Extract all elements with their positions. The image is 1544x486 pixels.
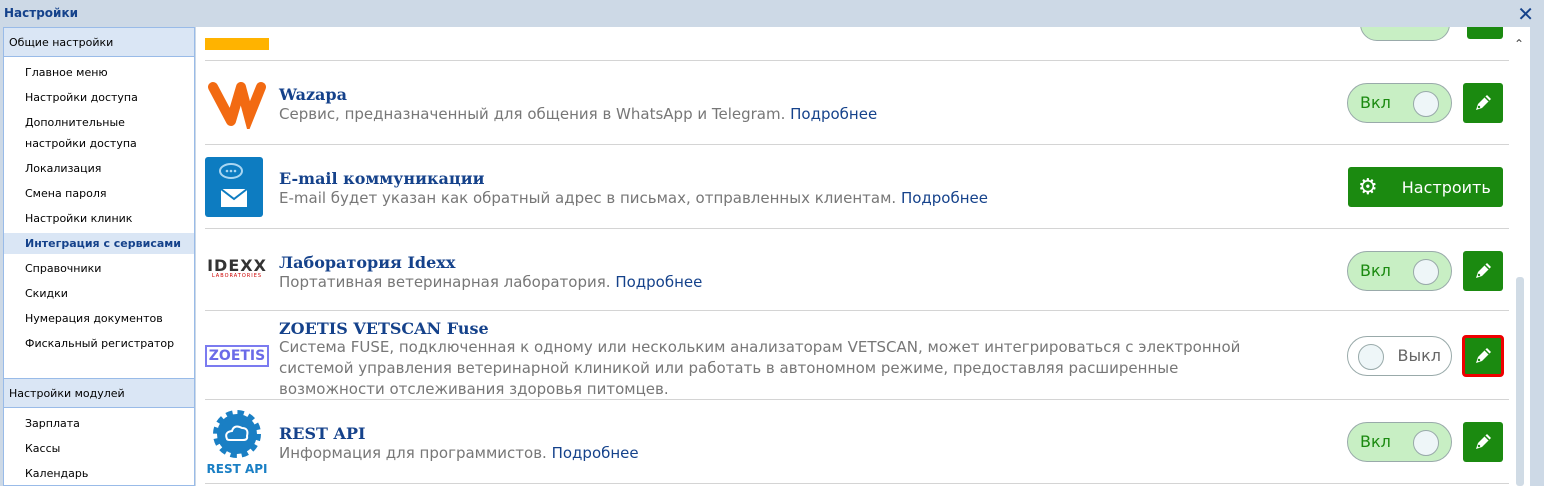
more-link[interactable]: Подробнее <box>615 273 702 291</box>
sidebar-item-active[interactable]: Интеграция с сервисами <box>4 233 194 254</box>
window-titlebar: Настройки ✕ <box>0 0 1544 27</box>
toggle-label: Вкл <box>1360 261 1391 280</box>
sidebar-item[interactable]: Фискальный регистратор <box>4 331 194 356</box>
service-logo-partial <box>205 38 269 50</box>
service-title: Wazapa <box>279 85 347 104</box>
service-row-idexx: IDEXX LABORATORIES Лаборатория Idexx Пор… <box>205 229 1509 311</box>
sidebar-item[interactable]: Настройки доступа <box>4 85 194 110</box>
edit-button-partial[interactable] <box>1467 27 1503 39</box>
service-row-wazapa: Wazapa Сервис, предназначенный для общен… <box>205 61 1509 145</box>
service-row-zoetis: ZOETIS ZOETIS VETSCAN Fuse Система FUSE,… <box>205 311 1509 400</box>
toggle-knob <box>1358 344 1384 370</box>
service-desc: Информация для программистов. Подробнее <box>279 443 1259 464</box>
service-desc-text: Портативная ветеринарная лаборатория. <box>279 273 611 291</box>
sidebar-item[interactable]: Скидки <box>4 281 194 306</box>
service-title: E-mail коммуникации <box>279 169 485 188</box>
service-desc: Система FUSE, подключенная к одному или … <box>279 338 1241 398</box>
service-toggle[interactable]: Вкл <box>1347 83 1452 123</box>
edit-button[interactable] <box>1463 83 1503 123</box>
scroll-up-icon[interactable]: ⌃ <box>1514 37 1524 51</box>
wazapa-logo <box>208 82 266 129</box>
service-row-partial <box>205 27 1509 61</box>
close-icon[interactable]: ✕ <box>1517 2 1534 26</box>
service-desc: Портативная ветеринарная лаборатория. По… <box>279 272 1259 293</box>
sidebar-item[interactable]: Локализация <box>4 156 194 181</box>
toggle-label: Вкл <box>1360 93 1391 112</box>
service-title: ZOETIS VETSCAN Fuse <box>279 319 489 338</box>
pencil-icon <box>1476 434 1491 449</box>
service-desc-text: Сервис, предназначенный для общения в Wh… <box>279 105 786 123</box>
pencil-icon <box>1476 95 1491 110</box>
idexx-logo-text: IDEXX <box>207 256 267 275</box>
sidebar-section-modules[interactable]: Настройки модулей <box>4 379 194 408</box>
gear-icon: ⚙ <box>1358 174 1378 200</box>
idexx-logo: IDEXX LABORATORIES <box>205 256 269 283</box>
sidebar: Общие настройки Главное меню Настройки д… <box>3 27 195 486</box>
service-desc: E-mail будет указан как обратный адрес в… <box>279 188 1259 209</box>
sidebar-item[interactable]: Смена пароля <box>4 181 194 206</box>
configure-label: Настроить <box>1401 177 1491 197</box>
configure-button[interactable]: ⚙ Настроить <box>1348 167 1503 207</box>
sidebar-item[interactable]: Настройки клиник <box>4 206 194 231</box>
more-link[interactable]: Подробнее <box>901 189 988 207</box>
service-desc-text: Информация для программистов. <box>279 444 547 462</box>
scrollbar[interactable] <box>1516 277 1524 486</box>
sidebar-item[interactable]: Дополнительные настройки доступа <box>4 110 174 156</box>
rest-api-logo-text: REST API <box>206 462 268 476</box>
toggle-knob <box>1413 91 1439 117</box>
more-link[interactable]: Подробнее <box>552 444 639 462</box>
sidebar-item[interactable]: Календарь <box>4 461 194 486</box>
zoetis-logo: ZOETIS <box>205 345 269 367</box>
pencil-icon <box>1476 348 1491 363</box>
service-toggle[interactable]: Вкл <box>1347 251 1452 291</box>
sidebar-item[interactable]: Нумерация документов <box>4 306 194 331</box>
toggle-label: Вкл <box>1360 432 1391 451</box>
more-link[interactable]: Подробнее <box>790 105 877 123</box>
cloud-gear-icon <box>213 410 261 458</box>
service-title: REST API <box>279 424 366 443</box>
service-toggle[interactable]: Выкл <box>1347 336 1452 376</box>
sidebar-item[interactable]: Зарплата <box>4 411 194 436</box>
toggle-partial[interactable] <box>1360 27 1450 41</box>
chat-mail-icon <box>219 163 248 207</box>
toggle-knob <box>1413 259 1439 285</box>
sidebar-item[interactable]: Главное меню <box>4 60 194 85</box>
service-desc-text: E-mail будет указан как обратный адрес в… <box>279 189 897 207</box>
toggle-knob <box>1413 430 1439 456</box>
service-title: Лаборатория Idexx <box>279 253 456 272</box>
email-logo <box>205 157 263 217</box>
idexx-logo-sub: LABORATORIES <box>211 273 263 279</box>
sidebar-item[interactable]: Кассы <box>4 436 194 461</box>
toggle-label: Выкл <box>1397 346 1442 365</box>
pencil-icon <box>1476 263 1491 278</box>
sidebar-item[interactable]: Справочники <box>4 256 194 281</box>
edit-button[interactable] <box>1463 251 1503 291</box>
service-row-email: E-mail коммуникации E-mail будет указан … <box>205 145 1509 229</box>
service-desc: Сервис, предназначенный для общения в Wh… <box>279 104 1259 125</box>
edit-button[interactable] <box>1463 422 1503 462</box>
window-title: Настройки <box>4 6 79 20</box>
edit-button-highlighted[interactable] <box>1462 335 1504 377</box>
rest-api-logo: REST API <box>205 408 269 476</box>
service-row-rest-api: REST API REST API Информация для програм… <box>205 400 1509 484</box>
services-list: Wazapa Сервис, предназначенный для общен… <box>196 27 1530 486</box>
sidebar-section-general[interactable]: Общие настройки <box>4 28 194 57</box>
service-toggle[interactable]: Вкл <box>1347 422 1452 462</box>
